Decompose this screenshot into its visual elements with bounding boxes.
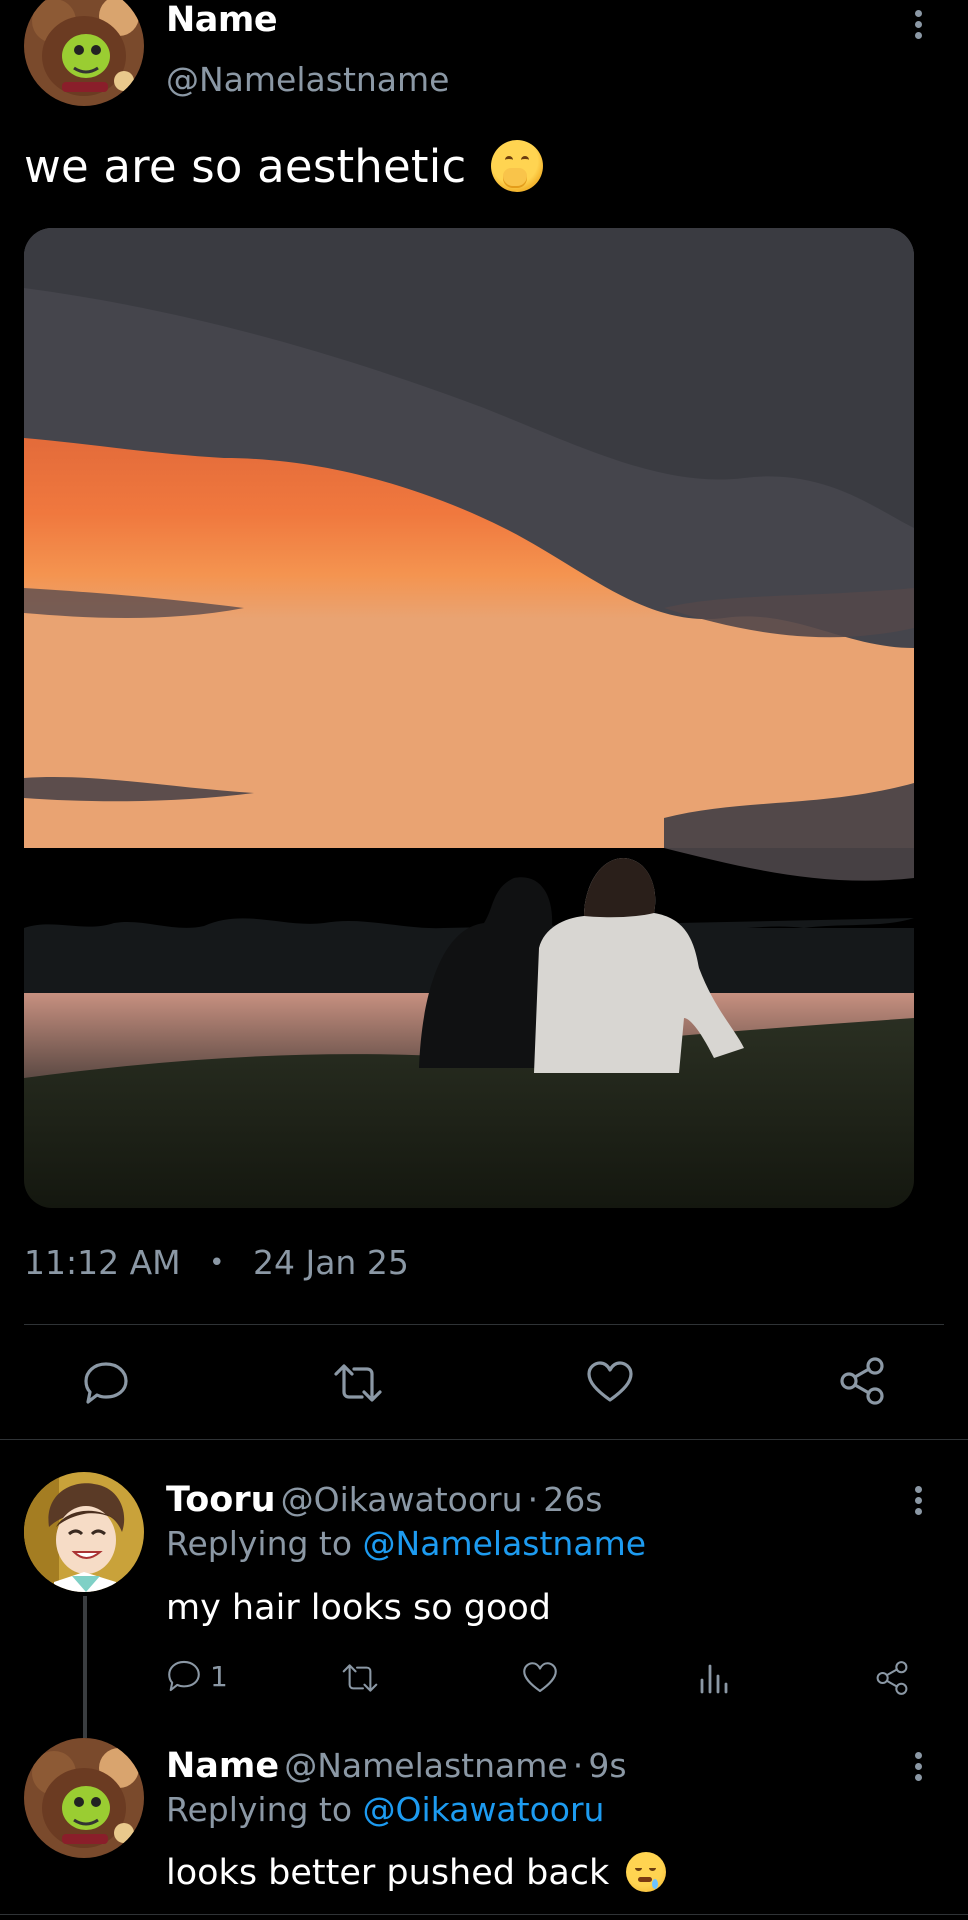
reply-icon [168, 1660, 200, 1692]
thread-line [83, 1596, 87, 1738]
reply-age: 9s [588, 1746, 627, 1785]
retweet-button[interactable] [331, 1362, 385, 1408]
reply-count: 1 [210, 1659, 228, 1693]
divider [0, 1914, 968, 1915]
replying-to: Replying to @Namelastname [166, 1524, 646, 1563]
reply-views-button[interactable] [698, 1660, 732, 1698]
author-avatar[interactable] [24, 0, 144, 106]
reply-text: looks better pushed back [166, 1853, 610, 1893]
author-name[interactable]: Name [166, 0, 278, 40]
meta-separator: • [209, 1248, 225, 1278]
like-icon [523, 1662, 557, 1693]
tweet-photo[interactable] [24, 228, 914, 1208]
tweet-text-line: we are so aesthetic [24, 140, 543, 193]
replying-prefix: Replying to [166, 1790, 353, 1829]
tweet-timestamp: 11:12 AM • 24 Jan 25 [24, 1243, 409, 1282]
reply-avatar[interactable] [24, 1472, 144, 1592]
reply-age: 26s [543, 1480, 603, 1519]
reply-more-icon[interactable] [915, 1486, 925, 1519]
reply-header: Name @Namelastname · 9s [166, 1746, 627, 1786]
drooling-face-emoji [626, 1852, 667, 1892]
sunset-couple-photo [24, 228, 914, 1208]
reply-author-name[interactable]: Tooru [166, 1480, 276, 1520]
tweet-date: 24 Jan 25 [252, 1243, 409, 1282]
reply-retweet-button[interactable] [340, 1662, 380, 1698]
reply-button[interactable] [82, 1360, 130, 1410]
reply-author-handle[interactable]: @Oikawatooru [281, 1480, 523, 1519]
reply-icon [84, 1362, 128, 1404]
like-icon [587, 1361, 633, 1402]
reply-author-name[interactable]: Name [166, 1746, 279, 1786]
reply-dot: · [572, 1746, 584, 1785]
retweet-icon [334, 1364, 382, 1402]
reply-more-icon[interactable] [915, 1752, 925, 1785]
hand-over-mouth-emoji [490, 140, 543, 192]
reply-reply-button[interactable]: 1 [166, 1659, 228, 1693]
divider [0, 1439, 968, 1440]
tweet-text: we are so aesthetic [24, 140, 467, 193]
more-options-icon[interactable] [915, 10, 925, 43]
share-icon [840, 1357, 884, 1405]
reply-header: Tooru @Oikawatooru · 26s [166, 1480, 602, 1520]
reply-dot: · [527, 1480, 539, 1519]
like-button[interactable] [586, 1360, 634, 1408]
reply-avatar[interactable] [24, 1738, 144, 1858]
reply-share-button[interactable] [874, 1660, 910, 1700]
reply-text-line: looks better pushed back [166, 1852, 667, 1893]
tweet-time: 11:12 AM [24, 1243, 181, 1282]
reply-text: my hair looks so good [166, 1588, 552, 1628]
replying-mention[interactable]: @Namelastname [363, 1524, 646, 1563]
replying-mention[interactable]: @Oikawatooru [363, 1790, 605, 1829]
replying-prefix: Replying to [166, 1524, 353, 1563]
retweet-icon [342, 1664, 378, 1692]
reply-like-button[interactable] [522, 1661, 558, 1698]
reply-author-handle[interactable]: @Namelastname [284, 1746, 567, 1785]
analytics-icon [700, 1664, 728, 1694]
divider [24, 1324, 944, 1325]
author-handle[interactable]: @Namelastname [166, 60, 449, 99]
share-button[interactable] [837, 1356, 887, 1410]
replying-to: Replying to @Oikawatooru [166, 1790, 604, 1829]
share-icon [876, 1661, 908, 1695]
